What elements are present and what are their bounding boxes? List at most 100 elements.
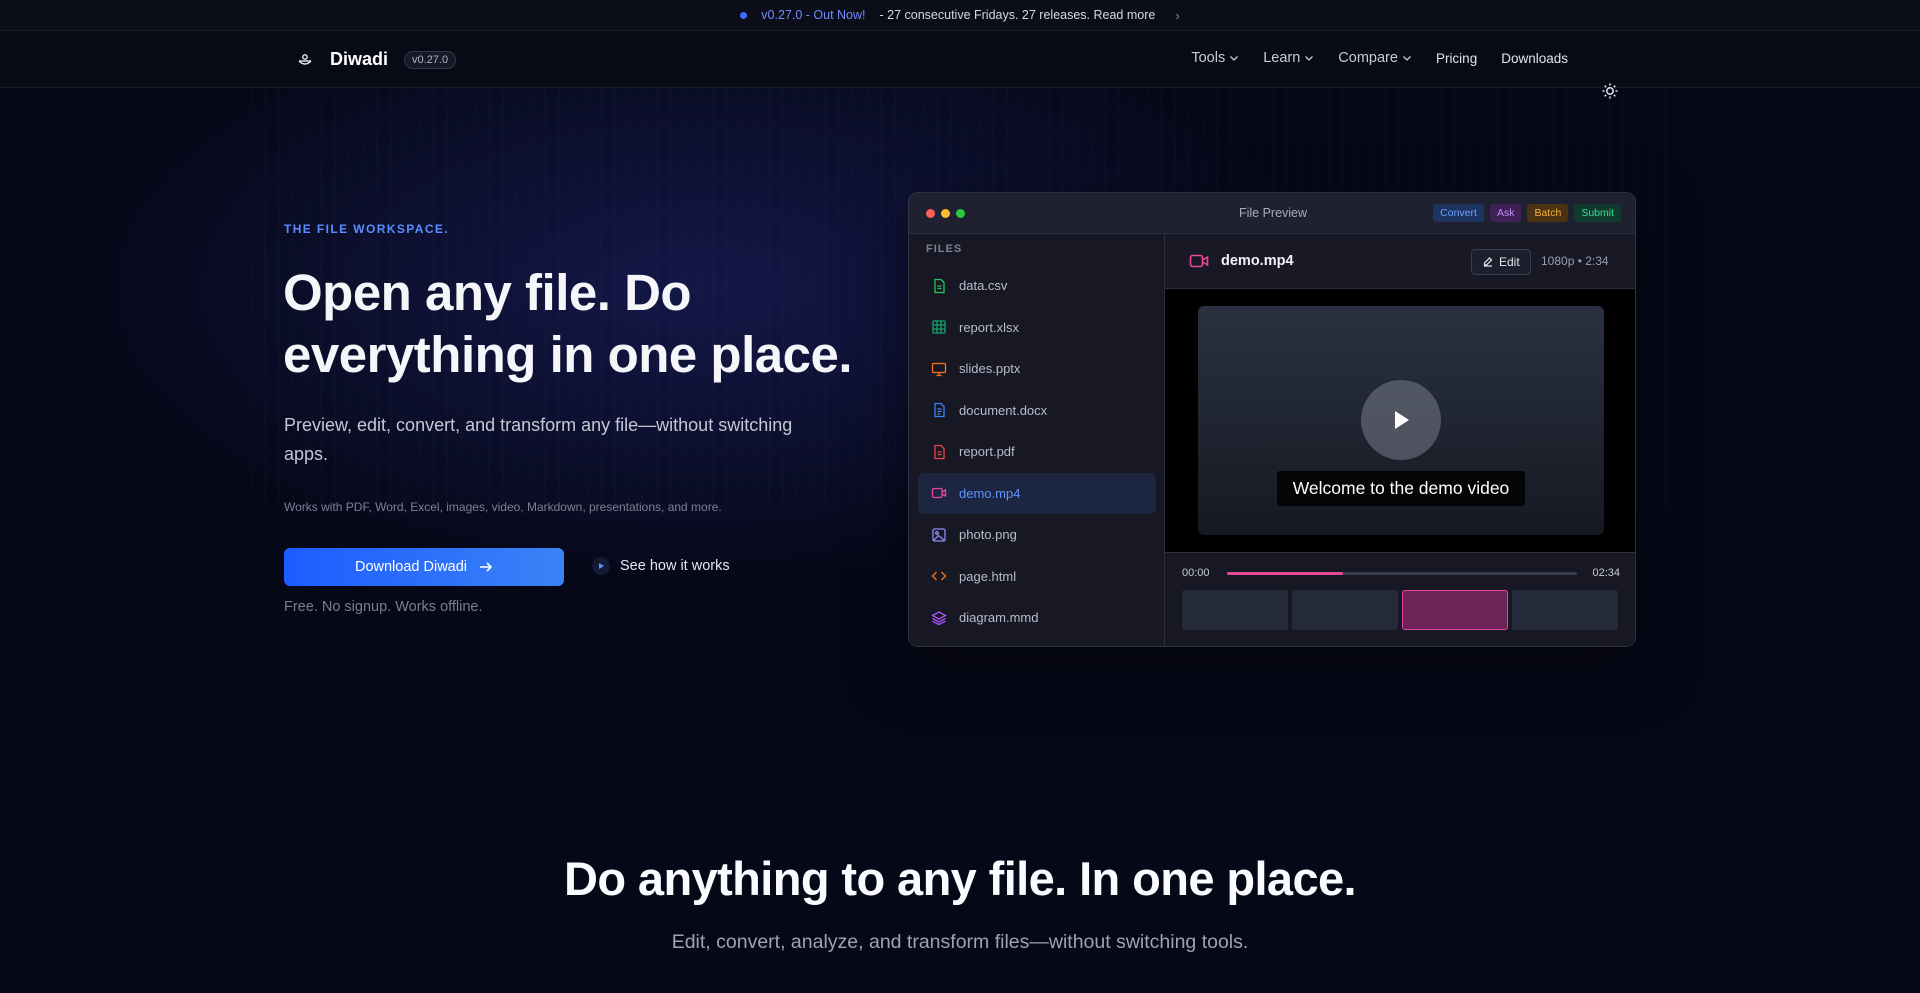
announcement-dot xyxy=(740,11,748,19)
file-preview-window: File Preview Convert Ask Batch Submit FILES… xyxy=(908,192,1636,647)
video-meta: 1080p • 2:34 xyxy=(1541,254,1609,268)
file-item-label: report.pdf xyxy=(959,444,1015,460)
pencil-icon xyxy=(1483,257,1493,267)
window-title-bar: File Preview Convert Ask Batch Submit xyxy=(909,193,1635,234)
file-item-label: document.docx xyxy=(959,402,1048,418)
hero-title-line-1: Open any file. Do xyxy=(283,264,692,321)
file-item-label: report.xlsx xyxy=(959,319,1019,335)
file-item-diagram-mmd[interactable]: diagram.mmd xyxy=(918,597,1156,639)
announcement-bar[interactable]: v0.27.0 - Out Now! - 27 consecutive Frid… xyxy=(0,0,1920,31)
version-badge: v0.27.0 xyxy=(404,50,457,69)
file-item-report-xlsx[interactable]: report.xlsx xyxy=(918,307,1156,349)
download-button-label: Download Diwadi xyxy=(354,559,468,575)
video-icon xyxy=(931,488,947,499)
tag-convert[interactable]: Convert xyxy=(1433,204,1484,222)
viewer-file-name: demo.mp4 xyxy=(1221,253,1294,269)
file-item-demo-mp4[interactable]: demo.mp4 xyxy=(918,472,1156,514)
see-how-it-works-label: See how it works xyxy=(620,558,730,574)
tag-submit[interactable]: Submit xyxy=(1574,204,1621,222)
announcement-message[interactable]: - 27 consecutive Fridays. 27 releases. R… xyxy=(880,8,1156,22)
section-subtitle: Edit, convert, analyze, and transform fi… xyxy=(671,931,1249,953)
tag-batch[interactable]: Batch xyxy=(1527,204,1569,222)
code-icon xyxy=(931,571,947,581)
brand-link[interactable]: Diwadi v0.27.0 xyxy=(296,49,457,70)
progress-fill xyxy=(1227,572,1343,575)
video-caption-text: Welcome to the demo video xyxy=(1276,471,1526,506)
edit-button[interactable]: Edit xyxy=(1471,249,1531,275)
file-item-document-docx[interactable]: document.docx xyxy=(918,390,1156,432)
video-timeline: 00:00 02:34 xyxy=(1165,552,1635,646)
tag-ask[interactable]: Ask xyxy=(1489,204,1522,222)
file-item-report-pdf[interactable]: report.pdf xyxy=(918,431,1156,473)
brand-name: Diwadi xyxy=(330,49,389,69)
file-item-page-html[interactable]: page.html xyxy=(918,556,1156,598)
presentation-icon xyxy=(931,362,947,376)
file-item-label: slides.pptx xyxy=(959,361,1021,377)
timeline-thumbnail[interactable] xyxy=(1402,590,1508,630)
nav-menu: Tools Learn Compare Pricing Downloads xyxy=(1191,50,1568,66)
files-sidebar: FILES data.csv report.xlsx slides.pptx docu… xyxy=(909,234,1165,646)
file-csv-icon xyxy=(934,278,945,293)
see-how-it-works-link[interactable]: See how it works xyxy=(592,557,730,575)
nav-item-label: Downloads xyxy=(1501,50,1568,66)
chevron-right-icon[interactable]: › xyxy=(1175,8,1179,23)
file-item-label: diagram.mmd xyxy=(959,610,1039,626)
spreadsheet-icon xyxy=(932,320,946,334)
timeline-thumbnail[interactable] xyxy=(1182,590,1288,630)
edit-button-label: Edit xyxy=(1499,255,1520,269)
chevron-down-icon xyxy=(1305,56,1314,61)
file-item-photo-png[interactable]: photo.png xyxy=(918,514,1156,556)
hero-subtitle: Preview, edit, convert, and transform an… xyxy=(284,415,793,464)
sun-icon[interactable] xyxy=(1601,82,1619,100)
file-list: data.csv report.xlsx slides.pptx document.d… xyxy=(918,265,1156,639)
timeline-thumbnail[interactable] xyxy=(1292,590,1398,630)
time-end: 02:34 xyxy=(1592,567,1620,579)
download-button[interactable]: Download Diwadi xyxy=(284,548,564,586)
nav-item-tools[interactable]: Tools xyxy=(1191,50,1239,66)
timeline-thumbnail[interactable] xyxy=(1512,590,1618,630)
nav-item-learn[interactable]: Learn xyxy=(1263,50,1314,66)
hero-title: Open any file. Do everything in one plac… xyxy=(283,262,903,386)
chevron-down-icon xyxy=(1230,56,1239,61)
play-button[interactable] xyxy=(1361,380,1441,460)
video-caption: Welcome to the demo video xyxy=(1198,471,1604,506)
layers-icon xyxy=(931,611,947,625)
play-icon xyxy=(1395,411,1409,429)
document-icon xyxy=(934,403,945,418)
nav-item-downloads[interactable]: Downloads xyxy=(1501,51,1568,66)
file-item-label: photo.png xyxy=(959,527,1017,543)
nav-item-compare[interactable]: Compare xyxy=(1338,50,1412,66)
timeline-thumbnails xyxy=(1182,590,1618,630)
file-item-data-csv[interactable]: data.csv xyxy=(918,265,1156,307)
section-title: Do anything to any file. In one place. xyxy=(564,852,1357,905)
nav-item-label: Tools xyxy=(1191,50,1226,66)
file-viewer: demo.mp4 Edit 1080p • 2:34 Welcome to th… xyxy=(1165,234,1635,646)
file-item-label: demo.mp4 xyxy=(959,485,1021,501)
hero-note: Free. No signup. Works offline. xyxy=(284,599,483,615)
video-player[interactable]: Welcome to the demo video xyxy=(1198,306,1604,535)
logo-icon xyxy=(298,53,312,65)
nav-item-label: Learn xyxy=(1263,50,1301,66)
announcement-version[interactable]: v0.27.0 - Out Now! xyxy=(761,8,865,22)
hero-works-with: Works with PDF, Word, Excel, images, vid… xyxy=(284,500,722,514)
file-item-slides-pptx[interactable]: slides.pptx xyxy=(918,348,1156,390)
progress-track[interactable] xyxy=(1227,572,1577,575)
pdf-icon xyxy=(934,444,945,459)
arrow-right-icon xyxy=(480,562,493,572)
video-icon xyxy=(1189,254,1209,268)
chevron-down-icon xyxy=(1402,56,1411,61)
action-tags: Convert Ask Batch Submit xyxy=(1433,204,1621,222)
nav-item-label: Compare xyxy=(1338,50,1398,66)
hero-eyebrow: THE FILE WORKSPACE. xyxy=(284,222,450,236)
file-item-label: data.csv xyxy=(959,278,1008,294)
nav-item-pricing[interactable]: Pricing xyxy=(1436,51,1477,66)
file-item-label: page.html xyxy=(959,568,1017,584)
top-nav: Diwadi v0.27.0 Tools Learn Compare Prici… xyxy=(0,31,1920,99)
viewer-header: demo.mp4 Edit 1080p • 2:34 xyxy=(1165,234,1635,289)
video-stage: Welcome to the demo video xyxy=(1165,289,1635,552)
nav-item-label: Pricing xyxy=(1435,50,1478,66)
time-start: 00:00 xyxy=(1182,567,1210,579)
play-icon xyxy=(592,557,610,575)
image-icon xyxy=(932,528,946,542)
files-label: FILES xyxy=(926,243,963,255)
